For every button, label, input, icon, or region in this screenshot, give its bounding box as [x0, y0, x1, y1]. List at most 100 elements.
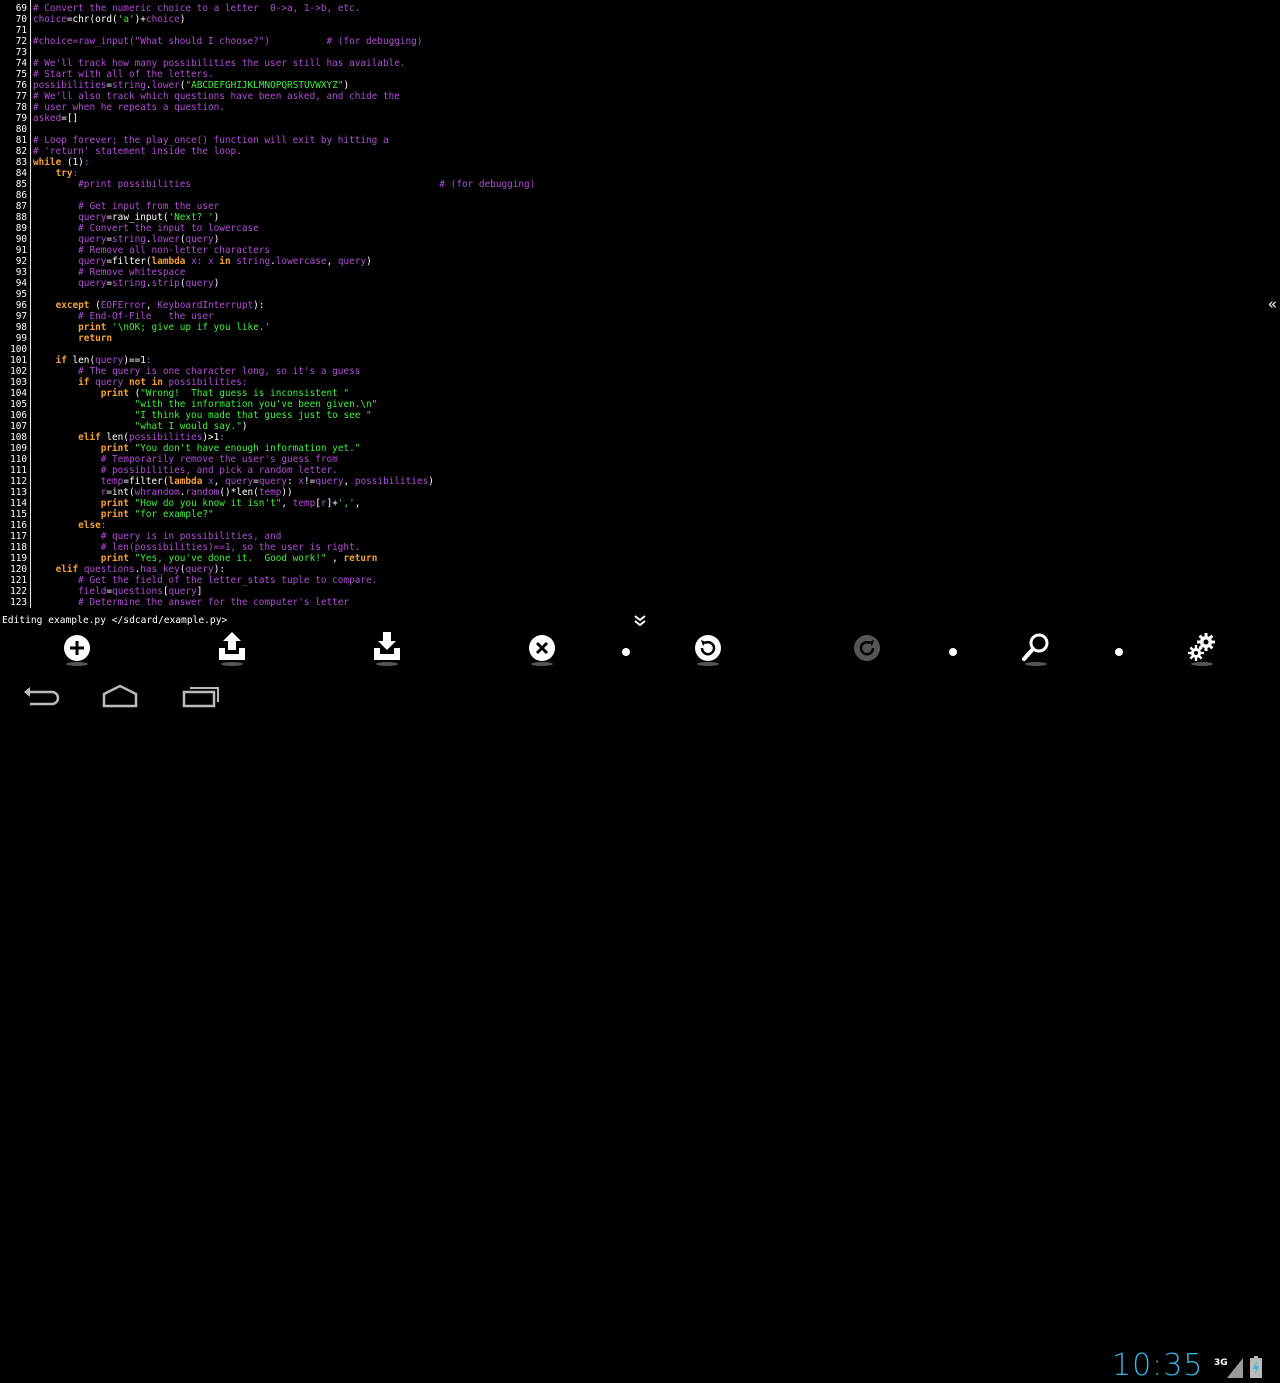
download-button[interactable] — [367, 628, 407, 668]
code-line[interactable]: 100 — [0, 344, 1260, 355]
line-number: 96 — [15, 300, 27, 311]
code-line[interactable]: 101 if len(query)==1: — [0, 355, 1260, 366]
code-line[interactable]: 71 — [0, 25, 1260, 36]
close-file-button[interactable] — [522, 628, 562, 668]
code-line[interactable]: 73 — [0, 47, 1260, 58]
code-line[interactable]: 80 — [0, 124, 1260, 135]
code-line[interactable]: 114 print "How do you know it isn't", te… — [0, 498, 1260, 509]
code-line[interactable]: 94 query=string.strip(query) — [0, 278, 1260, 289]
code-line[interactable]: 96 except (EOFError, KeyboardInterrupt): — [0, 300, 1260, 311]
code-line[interactable]: 93 # Remove whitespace — [0, 267, 1260, 278]
back-icon — [24, 687, 60, 706]
system-navigation-bar: 10:35 3G — [0, 672, 1280, 1383]
line-number: 92 — [15, 256, 27, 267]
settings-button[interactable] — [1182, 628, 1222, 668]
line-number: 119 — [10, 553, 27, 564]
panel-collapse-icon[interactable]: « — [1268, 296, 1280, 312]
line-number: 93 — [15, 267, 27, 278]
code-line[interactable]: 109 print "You don't have enough informa… — [0, 443, 1260, 454]
code-line[interactable]: 83 while (1): — [0, 157, 1260, 168]
line-number: 112 — [10, 476, 27, 487]
code-text: #choice=raw_input("What should I choose?… — [33, 36, 423, 47]
code-line[interactable]: 117 # query is in possibilities, and — [0, 531, 1260, 542]
code-line[interactable]: 102 # The query is one character long, s… — [0, 366, 1260, 377]
code-text: # End-Of-File the user — [33, 311, 214, 322]
search-icon — [1022, 633, 1049, 666]
code-line[interactable]: 107 "what I would say.") — [0, 421, 1260, 432]
line-number: 123 — [10, 597, 27, 608]
code-line[interactable]: 123 # Determine the answer for the compu… — [0, 597, 1260, 608]
code-line[interactable]: 78 # user when he repeats a question. — [0, 102, 1260, 113]
line-number: 107 — [10, 421, 27, 432]
code-text: elif len(possibilities)>1: — [78, 432, 225, 443]
code-line[interactable]: 103 if query not in possibilities: — [0, 377, 1260, 388]
code-line[interactable]: 99 return — [0, 333, 1260, 344]
code-line[interactable]: 116 else: — [0, 520, 1260, 531]
code-line[interactable]: 118 # len(possibilities)==1, so the user… — [0, 542, 1260, 553]
code-line[interactable]: 74 # We'll track how many possibilities t… — [0, 58, 1260, 69]
code-line[interactable]: 115 print "for example?" — [0, 509, 1260, 520]
code-line[interactable]: 98 print '\nOK; give up if you like.' — [0, 322, 1260, 333]
line-number: 84 — [15, 168, 27, 179]
download-icon — [374, 632, 400, 666]
code-line[interactable]: 77 # We'll also track which questions hav… — [0, 91, 1260, 102]
code-line[interactable]: 69 # Convert the numeric choice to a lett… — [0, 3, 1260, 14]
plus-circle-icon — [64, 635, 90, 666]
code-editor[interactable]: 69 # Convert the numeric choice to a lett… — [0, 0, 1280, 608]
code-line[interactable]: 76 possibilities=string.lower("ABCDEFGHIJ… — [0, 80, 1260, 91]
code-line[interactable]: 84 try: — [0, 168, 1260, 179]
line-number: 100 — [10, 344, 27, 355]
code-line[interactable]: 91 # Remove all non-letter characters — [0, 245, 1260, 256]
upload-button[interactable] — [212, 628, 252, 668]
recent-apps-button[interactable] — [178, 680, 226, 714]
toolbar — [0, 628, 1280, 670]
code-line[interactable]: 81 # Loop forever; the play_once() functi… — [0, 135, 1260, 146]
line-number: 88 — [15, 212, 27, 223]
code-line[interactable]: 87 # Get input from the user — [0, 201, 1260, 212]
code-line[interactable]: 92 query=filter(lambda x: x in string.lo… — [0, 256, 1260, 267]
code-line[interactable]: 111 # possibilities, and pick a random l… — [0, 465, 1260, 476]
code-line[interactable]: 89 # Convert the input to lowercase — [0, 223, 1260, 234]
recent-apps-icon — [182, 687, 219, 708]
line-number: 115 — [10, 509, 27, 520]
code-line[interactable]: 97 # End-Of-File the user — [0, 311, 1260, 322]
code-line[interactable]: 119 print "Yes, you've done it. Good wor… — [0, 553, 1260, 564]
clock[interactable]: 10:35 — [1112, 1348, 1203, 1383]
code-line[interactable]: 113 r=int(whrandom.random()*len(temp)) — [0, 487, 1260, 498]
redo-icon — [854, 635, 880, 661]
new-file-button[interactable] — [57, 628, 97, 668]
code-line[interactable]: 121 # Get the field of the letter_stats … — [0, 575, 1260, 586]
undo-button[interactable] — [688, 628, 728, 668]
code-text: # possibilities, and pick a random lette… — [33, 465, 338, 476]
code-line[interactable]: 105 "with the information you've been gi… — [0, 399, 1260, 410]
code-line[interactable]: 90 query=string.lower(query) — [0, 234, 1260, 245]
code-line[interactable]: 86 — [0, 190, 1260, 201]
code-line[interactable]: 88 query=raw_input('Next? ') — [0, 212, 1260, 223]
home-icon — [102, 684, 138, 708]
code-text: print '\nOK; give up if you like.' — [78, 322, 271, 333]
home-button[interactable] — [96, 680, 144, 714]
code-line[interactable]: 122 field=questions[query] — [0, 586, 1260, 597]
code-text: # Get input from the user — [33, 201, 220, 212]
line-number: 73 — [15, 47, 27, 58]
code-line[interactable]: 112 temp=filter(lambda x, query=query: x… — [0, 476, 1260, 487]
search-button[interactable] — [1016, 628, 1056, 668]
code-line[interactable]: 106 "I think you made that guess just to… — [0, 410, 1260, 421]
back-button[interactable] — [16, 680, 64, 714]
code-text: field=questions[query] — [78, 586, 203, 597]
code-line[interactable]: 75 # Start with all of the letters. — [0, 69, 1260, 80]
code-line[interactable]: 85 #print possibilities # (for debugging… — [0, 179, 1260, 190]
code-line[interactable]: 72 #choice=raw_input("What should I choos… — [0, 36, 1260, 47]
signal-icon — [1227, 1358, 1243, 1378]
code-line[interactable]: 108 elif len(possibilities)>1: — [0, 432, 1260, 443]
code-line[interactable]: 95 — [0, 289, 1260, 300]
code-line[interactable]: 79 asked=[] — [0, 113, 1260, 124]
code-line[interactable]: 82 # 'return' statement inside the loop. — [0, 146, 1260, 157]
code-line[interactable]: 70 choice=chr(ord('a')+choice) — [0, 14, 1260, 25]
code-line[interactable]: 110 # Temporarily remove the user's gues… — [0, 454, 1260, 465]
chevron-double-down-icon[interactable] — [632, 613, 648, 629]
code-line[interactable]: 120 elif questions.has_key(query): — [0, 564, 1260, 575]
code-text: "I think you made that guess just to see… — [134, 410, 372, 421]
toolbar-separator-dot — [949, 648, 957, 656]
code-line[interactable]: 104 print ("Wrong! That guess is inconsi… — [0, 388, 1260, 399]
